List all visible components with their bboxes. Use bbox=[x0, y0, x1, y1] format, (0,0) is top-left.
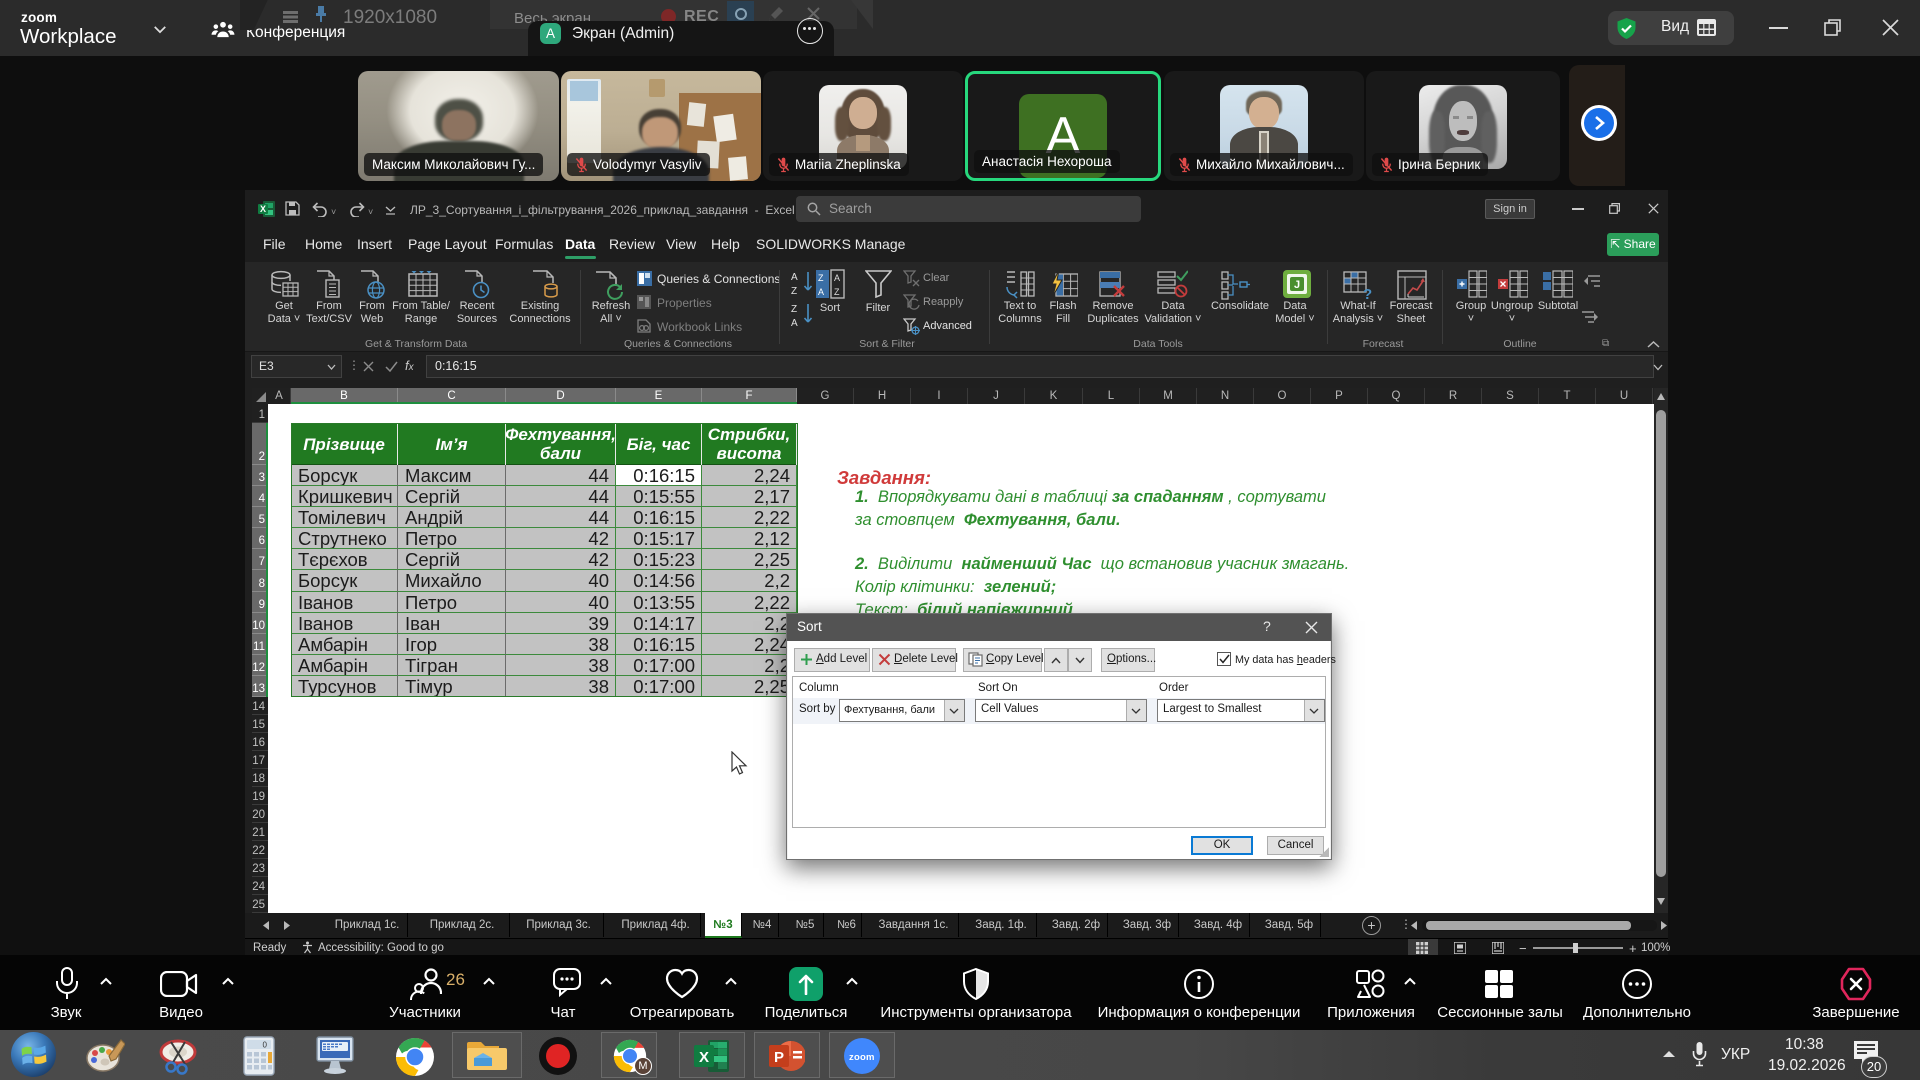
svg-text:Z: Z bbox=[791, 304, 797, 315]
svg-text:?: ? bbox=[1363, 286, 1372, 300]
svg-text:A: A bbox=[791, 272, 798, 283]
svg-text:X: X bbox=[699, 1049, 709, 1066]
svg-text:Z: Z bbox=[818, 273, 824, 283]
svg-text:A: A bbox=[818, 287, 824, 297]
svg-text:A: A bbox=[791, 318, 798, 328]
svg-text:Z: Z bbox=[791, 286, 797, 296]
svg-text:A: A bbox=[834, 273, 840, 283]
svg-text:X: X bbox=[260, 204, 266, 214]
svg-text:Z: Z bbox=[834, 287, 840, 297]
svg-text:J: J bbox=[1294, 279, 1300, 291]
svg-text:P: P bbox=[774, 1049, 784, 1066]
svg-text:0: 0 bbox=[263, 1041, 268, 1050]
